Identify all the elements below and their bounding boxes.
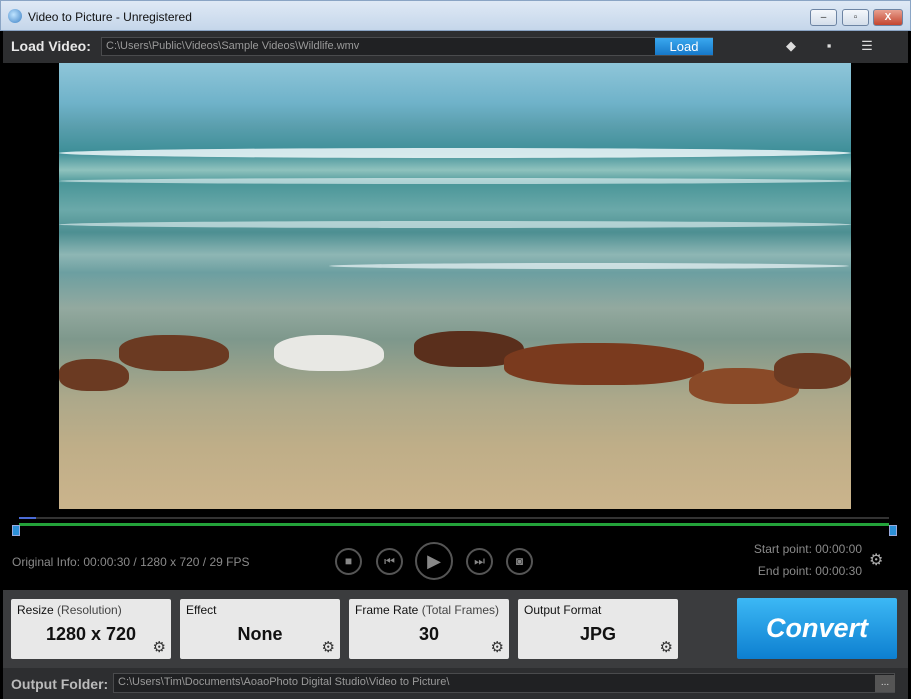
- settings-panel: Resize (Resolution) 1280 x 720 ⚙ Effect …: [3, 590, 908, 668]
- close-button[interactable]: X: [873, 9, 903, 26]
- card-value: None: [237, 624, 283, 644]
- minimize-button[interactable]: –: [810, 9, 837, 26]
- card-title: Frame Rate: [355, 603, 419, 617]
- resize-card[interactable]: Resize (Resolution) 1280 x 720 ⚙: [11, 599, 171, 659]
- maximize-button[interactable]: ▫: [842, 9, 869, 26]
- title-bar: Video to Picture - Unregistered – ▫ X: [0, 0, 911, 31]
- load-toolbar: Load Video: C:\Users\Public\Videos\Sampl…: [3, 31, 908, 63]
- card-title: Effect: [186, 603, 217, 617]
- output-folder-bar: Output Folder: C:\Users\Tim\Documents\Ao…: [3, 668, 908, 699]
- output-folder-label: Output Folder:: [11, 676, 109, 692]
- output-format-card[interactable]: Output Format JPG ⚙: [518, 599, 678, 659]
- gear-icon[interactable]: ⚙: [660, 638, 673, 656]
- end-point: End point: 00:00:30: [757, 564, 862, 578]
- snapshot-button[interactable]: ◙: [506, 548, 533, 575]
- video-preview: [3, 63, 908, 512]
- gear-icon[interactable]: ⚙: [491, 638, 504, 656]
- gear-icon[interactable]: ⚙: [153, 638, 166, 656]
- stop-button[interactable]: ■: [335, 548, 362, 575]
- convert-button[interactable]: Convert: [737, 598, 897, 659]
- register-icon[interactable]: ☰: [860, 39, 874, 53]
- end-handle[interactable]: [889, 525, 897, 536]
- card-value: 30: [418, 624, 440, 644]
- comment-icon[interactable]: ▪: [822, 39, 836, 53]
- play-button[interactable]: ▶: [415, 542, 453, 580]
- window-title: Video to Picture - Unregistered: [28, 10, 192, 24]
- effect-card[interactable]: Effect None ⚙: [180, 599, 340, 659]
- card-value: JPG: [579, 624, 617, 644]
- gear-icon[interactable]: ⚙: [322, 638, 335, 656]
- browse-button[interactable]: ...: [875, 675, 895, 692]
- load-video-label: Load Video:: [11, 38, 91, 54]
- card-subtitle: (Total Frames): [421, 603, 500, 617]
- range-bar[interactable]: [19, 523, 889, 526]
- start-handle[interactable]: [12, 525, 20, 536]
- card-subtitle: (Resolution): [57, 603, 122, 617]
- output-folder-input[interactable]: C:\Users\Tim\Documents\AoaoPhoto Digital…: [113, 673, 895, 693]
- app-icon: [8, 9, 22, 23]
- tag-icon[interactable]: ◆: [784, 39, 798, 53]
- frame-rate-card[interactable]: Frame Rate (Total Frames) 30 ⚙: [349, 599, 509, 659]
- card-title: Resize: [17, 603, 54, 617]
- timeline-panel: Original Info: 00:00:30 / 1280 x 720 / 2…: [3, 512, 908, 590]
- card-value: 1280 x 720: [45, 624, 137, 644]
- seek-progress: [19, 517, 37, 519]
- start-point: Start point: 00:00:00: [753, 542, 862, 556]
- video-path-input[interactable]: C:\Users\Public\Videos\Sample Videos\Wil…: [101, 37, 713, 56]
- load-button[interactable]: Load: [655, 38, 713, 55]
- previous-button[interactable]: ⏮: [376, 548, 403, 575]
- original-info: Original Info: 00:00:30 / 1280 x 720 / 2…: [12, 555, 250, 569]
- video-frame: [59, 63, 851, 509]
- card-title: Output Format: [524, 603, 602, 617]
- seek-bar[interactable]: [19, 517, 889, 519]
- range-settings-gear-icon[interactable]: ⚙: [869, 550, 883, 570]
- next-button[interactable]: ⏭: [466, 548, 493, 575]
